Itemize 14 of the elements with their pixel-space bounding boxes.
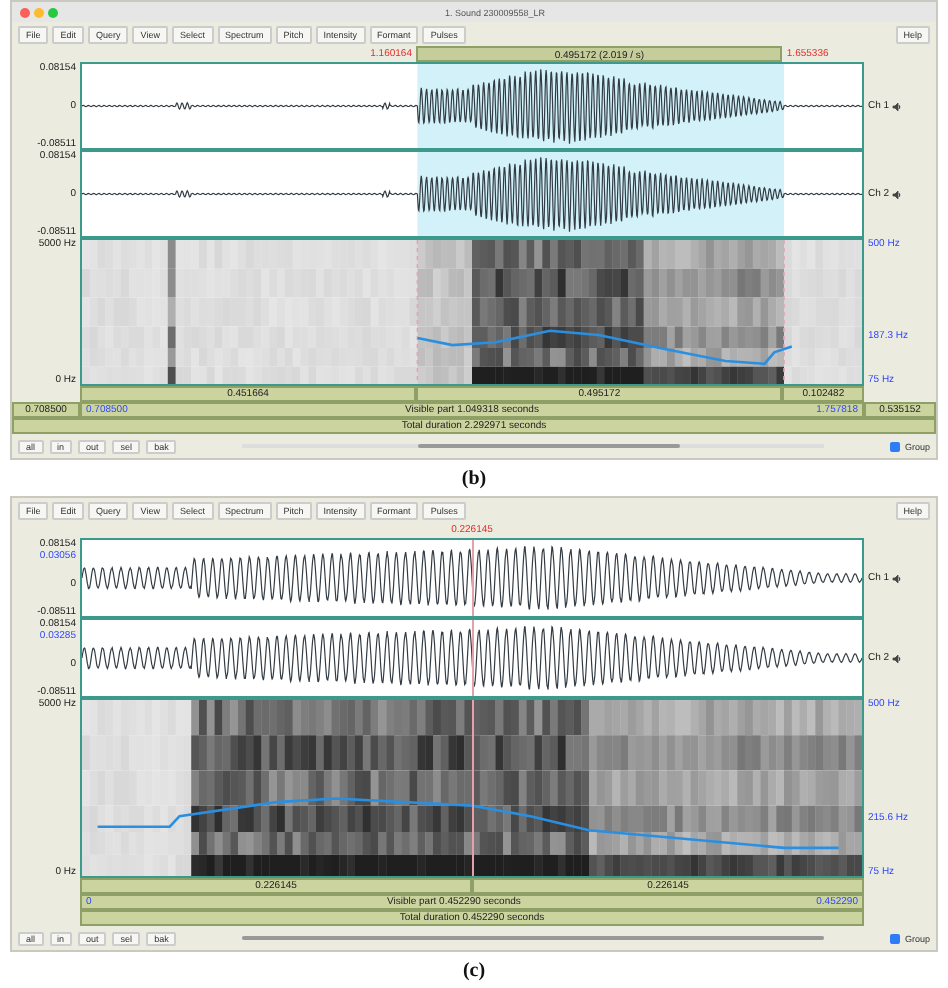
- figure-caption: (c): [462, 960, 486, 982]
- scrollbar[interactable]: [242, 442, 825, 450]
- speaker-icon[interactable]: [891, 189, 902, 199]
- speaker-icon[interactable]: [891, 653, 902, 663]
- speaker-icon[interactable]: [891, 573, 902, 583]
- group-checkbox[interactable]: [890, 933, 901, 943]
- zoom-icon[interactable]: [48, 7, 58, 17]
- cursor-line: [472, 620, 474, 696]
- close-icon[interactable]: [20, 7, 30, 17]
- cursor-line: [472, 540, 474, 616]
- group-checkbox[interactable]: [890, 441, 901, 451]
- figure-caption: (b): [461, 468, 487, 490]
- speaker-icon[interactable]: [891, 101, 902, 111]
- scrollbar[interactable]: [242, 934, 825, 942]
